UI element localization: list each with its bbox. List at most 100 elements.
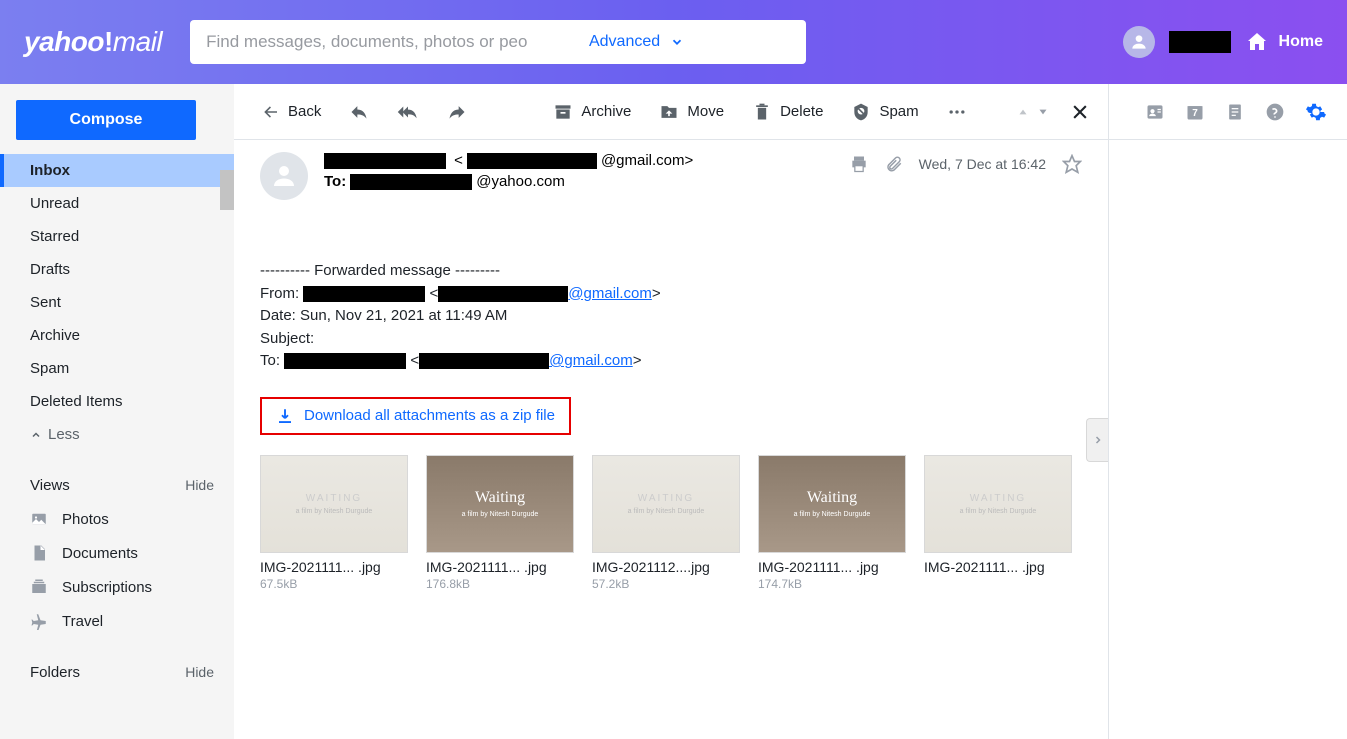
view-photos[interactable]: Photos: [0, 502, 234, 536]
notepad-icon[interactable]: [1225, 102, 1245, 122]
folder-starred[interactable]: Starred: [0, 220, 234, 253]
main-layout: Compose Inbox Unread Starred Drafts Sent…: [0, 84, 1347, 739]
reply-button[interactable]: [339, 96, 379, 128]
more-icon: [947, 102, 967, 122]
from-suffix: @gmail.com>: [601, 152, 693, 169]
attachment-item: WAITINGa film by Nitesh Durgude IMG-2021…: [924, 455, 1072, 591]
back-button[interactable]: Back: [252, 97, 331, 127]
folder-inbox[interactable]: Inbox: [0, 154, 234, 187]
attachment-thumb[interactable]: Waitinga film by Nitesh Durgude: [426, 455, 574, 553]
nav-down-icon[interactable]: [1036, 105, 1050, 119]
view-travel[interactable]: Travel: [0, 604, 234, 638]
folder-archive[interactable]: Archive: [0, 319, 234, 352]
views-header: Views Hide: [0, 469, 234, 502]
message-date: Wed, 7 Dec at 16:42: [919, 156, 1046, 172]
attachment-thumb[interactable]: WAITINGa film by Nitesh Durgude: [924, 455, 1072, 553]
subscriptions-icon: [30, 578, 48, 596]
attachment-size: 67.5kB: [260, 577, 408, 591]
logo-exclaim: !: [104, 26, 113, 57]
search-button[interactable]: [698, 20, 806, 64]
views-hide[interactable]: Hide: [185, 477, 214, 494]
advanced-search[interactable]: Advanced: [575, 33, 698, 51]
attachment-item: WAITINGa film by Nitesh Durgude IMG-2021…: [260, 455, 408, 591]
fwd-to-link[interactable]: @gmail.com: [549, 352, 633, 369]
close-button[interactable]: [1070, 102, 1090, 122]
to-redacted: [350, 174, 472, 190]
attachment-name: IMG-2021111... .jpg: [758, 559, 906, 575]
folder-unread[interactable]: Unread: [0, 187, 234, 220]
folder-less-toggle[interactable]: Less: [0, 418, 234, 451]
attachments-grid: WAITINGa film by Nitesh Durgude IMG-2021…: [260, 455, 1082, 591]
user-avatar[interactable]: [1123, 26, 1155, 58]
attachment-item: WAITINGa film by Nitesh Durgude IMG-2021…: [592, 455, 740, 591]
fwd-from-link[interactable]: @gmail.com: [568, 285, 652, 302]
folder-list: Inbox Unread Starred Drafts Sent Archive…: [0, 154, 234, 451]
folders-hide[interactable]: Hide: [185, 664, 214, 681]
attachment-name: IMG-2021111... .jpg: [924, 559, 1072, 575]
archive-button[interactable]: Archive: [543, 96, 641, 128]
forward-button[interactable]: [437, 96, 477, 128]
reply-all-button[interactable]: [387, 96, 429, 128]
to-line: To: @yahoo.com: [324, 173, 1082, 190]
message-toolbar: Back Archive Move: [234, 84, 1108, 140]
fwd-to-name-redacted: [284, 353, 406, 369]
close-icon: [1070, 102, 1090, 122]
attachment-thumb[interactable]: Waitinga film by Nitesh Durgude: [758, 455, 906, 553]
attachment-name: IMG-2021111... .jpg: [260, 559, 408, 575]
search-input[interactable]: [190, 32, 575, 52]
fwd-from: From: <@gmail.com>: [260, 283, 1082, 306]
star-icon[interactable]: [1062, 154, 1082, 174]
plane-icon: [30, 612, 48, 630]
right-rail: 7: [1109, 84, 1347, 739]
spam-label: Spam: [879, 103, 918, 120]
delete-button[interactable]: Delete: [742, 96, 833, 128]
trash-icon: [752, 102, 772, 122]
help-icon[interactable]: [1265, 102, 1285, 122]
reply-icon: [349, 102, 369, 122]
fwd-to-close: >: [633, 352, 642, 369]
home-link[interactable]: Home: [1245, 30, 1323, 54]
folder-drafts[interactable]: Drafts: [0, 253, 234, 286]
move-button[interactable]: Move: [649, 96, 734, 128]
spam-icon: [851, 102, 871, 122]
settings-icon[interactable]: [1305, 101, 1327, 123]
chevron-up-icon: [30, 429, 42, 441]
less-label: Less: [48, 426, 80, 443]
spam-button[interactable]: Spam: [841, 96, 928, 128]
folder-deleted[interactable]: Deleted Items: [0, 385, 234, 418]
download-all-link[interactable]: Download all attachments as a zip file: [260, 397, 571, 435]
attachment-icon[interactable]: [885, 155, 903, 173]
fwd-from-email-redacted: [438, 286, 568, 302]
fwd-from-open: <: [430, 285, 439, 302]
attachment-thumb[interactable]: WAITINGa film by Nitesh Durgude: [260, 455, 408, 553]
folder-sent[interactable]: Sent: [0, 286, 234, 319]
print-icon[interactable]: [849, 154, 869, 174]
attachment-size: 176.8kB: [426, 577, 574, 591]
expand-panel-button[interactable]: [1086, 418, 1108, 462]
contacts-icon[interactable]: [1145, 102, 1165, 122]
attachment-size: 57.2kB: [592, 577, 740, 591]
from-email-redacted: [467, 153, 597, 169]
message-nav: [1016, 105, 1050, 119]
more-button[interactable]: [937, 96, 977, 128]
view-documents[interactable]: Documents: [0, 536, 234, 570]
attachment-name: IMG-2021112....jpg: [592, 559, 740, 575]
calendar-button[interactable]: 7: [1185, 102, 1205, 122]
chevron-down-icon: [670, 35, 684, 49]
message-area: Back Archive Move: [234, 84, 1109, 739]
yahoo-mail-logo[interactable]: yahoo!mail: [24, 26, 162, 58]
attachment-thumb[interactable]: WAITINGa film by Nitesh Durgude: [592, 455, 740, 553]
fwd-from-name-redacted: [303, 286, 425, 302]
sidebar-scrollbar[interactable]: [220, 170, 234, 210]
compose-button[interactable]: Compose: [16, 100, 196, 140]
fwd-to-open: <: [410, 352, 419, 369]
search-icon: [741, 31, 763, 53]
sender-avatar[interactable]: [260, 152, 308, 200]
message-meta: Wed, 7 Dec at 16:42: [849, 154, 1082, 174]
folder-spam[interactable]: Spam: [0, 352, 234, 385]
attachment-name: IMG-2021111... .jpg: [426, 559, 574, 575]
nav-up-icon[interactable]: [1016, 105, 1030, 119]
to-suffix: @yahoo.com: [476, 173, 565, 190]
document-icon: [30, 544, 48, 562]
view-subscriptions[interactable]: Subscriptions: [0, 570, 234, 604]
